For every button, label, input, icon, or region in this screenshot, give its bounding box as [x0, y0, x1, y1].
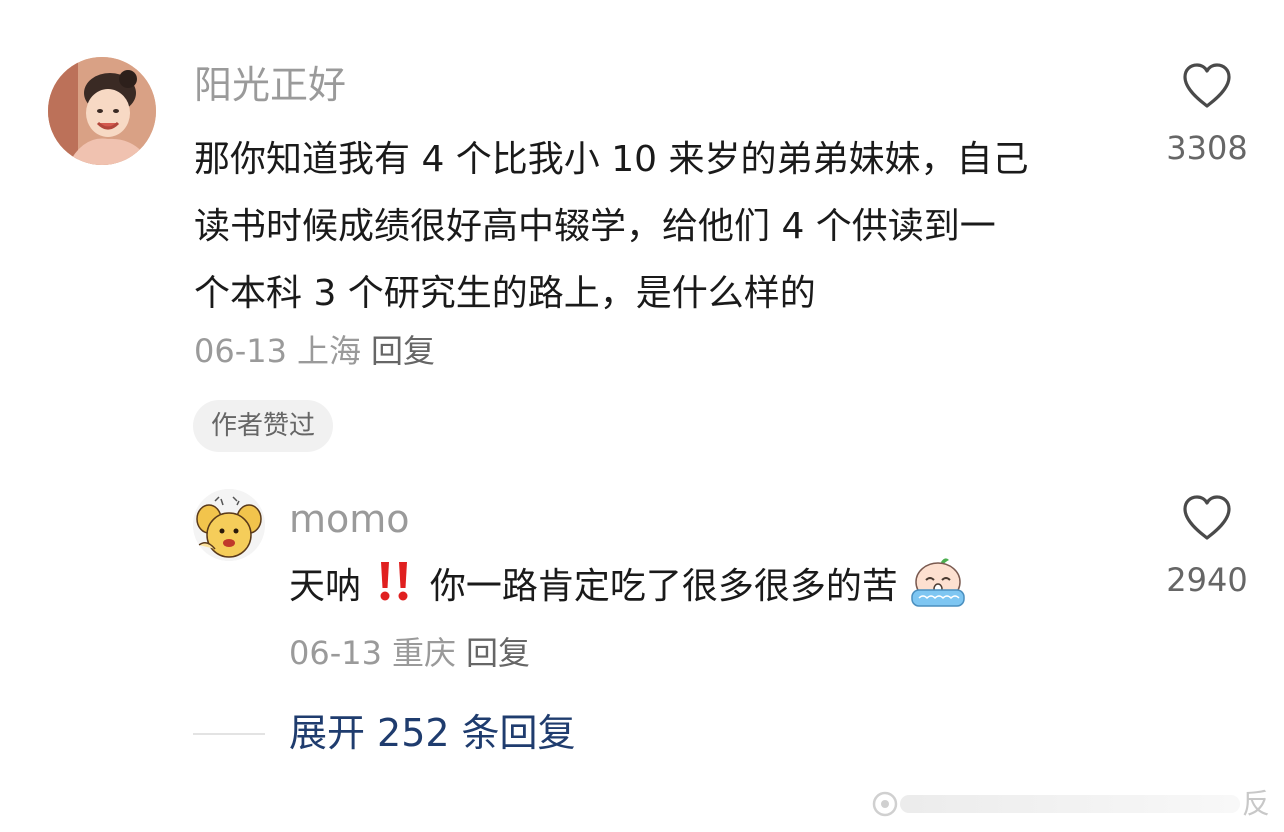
reply-like-button[interactable]: 2940: [1142, 494, 1272, 596]
reply-meta: 06-13 重庆 回复: [289, 637, 530, 669]
expand-count: 252: [377, 711, 450, 755]
reply-username[interactable]: momo: [289, 500, 410, 538]
reply-text: 天呐 你一路肯定吃了很多很多的苦: [289, 556, 967, 615]
reply-text-end: 你一路肯定吃了很多很多的苦: [429, 566, 898, 607]
watermark: 反: [870, 786, 1270, 822]
author-liked-badge: 作者赞过: [193, 400, 334, 452]
expand-replies-button[interactable]: 展开 252 条回复: [289, 714, 576, 752]
expand-prefix: 展开: [289, 711, 366, 755]
like-button[interactable]: 3308: [1142, 62, 1272, 164]
avatar-cartoon-bear-icon: [193, 489, 265, 561]
crying-face-icon: [911, 558, 966, 607]
watermark-bar: [900, 795, 1240, 813]
avatar-girl-photo-icon: [48, 57, 156, 165]
double-exclamation-icon: [380, 562, 408, 601]
expand-divider: [193, 733, 265, 735]
like-count: 3308: [1166, 129, 1248, 167]
reply-avatar[interactable]: [193, 489, 265, 561]
comment-text-line: 那你知道我有 4 个比我小 10 来岁的弟弟妹妹，自己: [194, 139, 1029, 180]
comment-text-line: 读书时候成绩很好高中辍学，给他们 4 个供读到一: [194, 206, 996, 247]
reply-like-count: 2940: [1166, 561, 1248, 599]
comment-text: 那你知道我有 4 个比我小 10 来岁的弟弟妹妹，自己 读书时候成绩很好高中辍学…: [194, 126, 1134, 327]
comment-text-line: 个本科 3 个研究生的路上，是什么样的: [194, 273, 816, 314]
heart-icon[interactable]: [1181, 62, 1233, 110]
reply-text-start: 天呐: [289, 566, 362, 607]
comment-date: 06-13: [194, 332, 287, 370]
reply-reply-button[interactable]: 回复: [466, 634, 530, 672]
heart-icon[interactable]: [1181, 494, 1233, 542]
reply-date: 06-13: [289, 634, 382, 672]
avatar[interactable]: [48, 57, 156, 165]
reply-button[interactable]: 回复: [371, 332, 435, 370]
watermark-text: 反: [1241, 787, 1270, 820]
comment-meta: 06-13 上海 回复: [194, 335, 435, 367]
expand-suffix: 条回复: [461, 711, 576, 755]
reply-location: 重庆: [391, 634, 456, 672]
comment-username[interactable]: 阳光正好: [194, 66, 346, 104]
comment-location: 上海: [296, 332, 361, 370]
watermark-logo-icon: [872, 791, 898, 817]
